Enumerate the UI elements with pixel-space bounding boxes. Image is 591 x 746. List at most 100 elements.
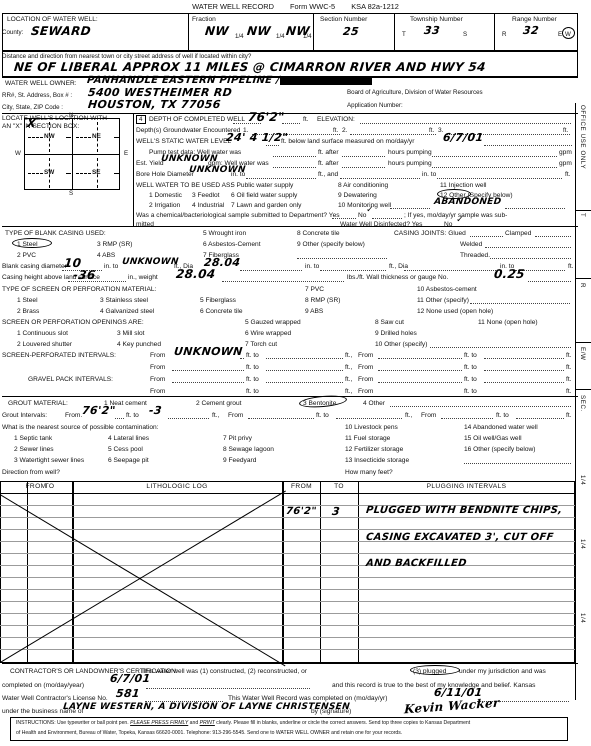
- openings-option-2[interactable]: 2 Louvered shutter: [17, 341, 72, 348]
- water-use-option-6[interactable]: 6 Oil field water supply: [231, 192, 297, 199]
- water-use-option-1[interactable]: 1 Domestic: [149, 192, 182, 199]
- water-use-option-9[interactable]: 9 Dewatering: [338, 192, 377, 199]
- grout-option-4[interactable]: 4 Other: [363, 400, 385, 407]
- screen-option-12[interactable]: 12 None used (open hole): [417, 308, 493, 315]
- owner-label: WATER WELL OWNER:: [5, 80, 77, 87]
- water-use-option-11[interactable]: 11 Injection well: [440, 182, 486, 189]
- water-use-option-4[interactable]: 4 Industrial: [192, 202, 224, 209]
- casing-option-9[interactable]: 9 Other (specify below): [297, 241, 365, 248]
- openings-option-3[interactable]: 3 Mill slot: [117, 330, 144, 337]
- gravel-from-2: From: [150, 388, 166, 395]
- plugging-from-1: 76'2": [285, 506, 318, 517]
- citystate-value: HOUSTON, TX 77056: [87, 98, 222, 111]
- office-mark-sec: SEC.: [579, 395, 586, 412]
- grout-to3-label: ft. to: [496, 412, 509, 419]
- casing-option-6[interactable]: 6 Asbestos-Cement: [203, 241, 261, 248]
- openings-option-4[interactable]: 4 Key punched: [117, 341, 161, 348]
- water-use-option-5[interactable]: 5 Public water supply: [231, 182, 293, 189]
- casing-option-2[interactable]: 2 PVC: [17, 252, 36, 259]
- water-use-option-10[interactable]: 10 Monitoring well: [338, 202, 391, 209]
- screen-option-8[interactable]: 8 RMP (SR): [305, 297, 340, 304]
- contamination-heading: What is the nearest source of possible c…: [2, 424, 159, 431]
- contamination-option-8[interactable]: 8 Sewage lagoon: [223, 446, 274, 453]
- water-use-option-3[interactable]: 3 Feedlot: [192, 192, 220, 199]
- screen-option-9[interactable]: 9 ABS: [305, 308, 323, 315]
- bore-hole-label: Bore Hole Diameter: [136, 171, 194, 178]
- screen-option-5[interactable]: 5 Fiberglass: [200, 297, 236, 304]
- screen-option-4[interactable]: 4 Galvanized steel: [100, 308, 154, 315]
- casing-heading: TYPE OF BLANK CASING USED:: [5, 230, 106, 237]
- casing-joints-clamped[interactable]: Clamped: [505, 230, 531, 237]
- groundwater-label: Depth(s) Groundwater Encountered: [136, 127, 241, 134]
- screen-option-6[interactable]: 6 Concrete tile: [200, 308, 243, 315]
- contamination-option-13[interactable]: 13 Insecticide storage: [345, 457, 409, 464]
- screen-option-7[interactable]: 7 PVC: [305, 286, 324, 293]
- grout-ft2-label: ft.,: [405, 412, 413, 419]
- water-use-option-2[interactable]: 2 Irrigation: [149, 202, 180, 209]
- contamination-option-2[interactable]: 2 Sewer lines: [14, 446, 54, 453]
- openings-option-1[interactable]: 1 Continuous slot: [17, 330, 68, 337]
- contamination-option-10[interactable]: 10 Livestock pens: [345, 424, 398, 431]
- quadrant-sw-label: SW: [44, 169, 55, 176]
- quadrant-se-label: SE: [92, 169, 101, 176]
- casing-joints-welded[interactable]: Welded: [460, 241, 482, 248]
- contamination-option-16[interactable]: 16 Other (specify below): [464, 446, 535, 453]
- casing-option-5[interactable]: 5 Wrought iron: [203, 230, 246, 237]
- screen-interval-to-1b: ft. to: [464, 352, 477, 359]
- casing-option-4[interactable]: 4 ABS: [97, 252, 115, 259]
- gravel-ft-1: ft.,: [345, 376, 353, 383]
- openings-option-11[interactable]: 11 None (open hole): [478, 319, 538, 326]
- screen-option-3[interactable]: 3 Stainless steel: [100, 297, 148, 304]
- screen-option-10[interactable]: 10 Asbestos-cement: [417, 286, 477, 293]
- signature-label: by (signature): [311, 708, 352, 715]
- office-use-strip: OFFICE USE ONLY T R E/W SEC. 1/4 1/4 1/4: [575, 103, 591, 700]
- openings-option-10[interactable]: 10 Other (specify): [375, 341, 427, 348]
- contamination-option-4[interactable]: 4 Lateral lines: [108, 435, 149, 442]
- contamination-option-11[interactable]: 11 Fuel storage: [345, 435, 390, 442]
- casing-option-8[interactable]: 8 Concrete tile: [297, 230, 340, 237]
- openings-option-7[interactable]: 7 Torch cut: [245, 341, 277, 348]
- water-use-option-7[interactable]: 7 Lawn and garden only: [231, 202, 301, 209]
- section-label: Section Number: [320, 16, 368, 23]
- casing-diam-in-to-1: in. to: [104, 263, 119, 270]
- contamination-option-12[interactable]: 12 Fertilizer storage: [345, 446, 403, 453]
- screen-option-11[interactable]: 11 Other (specify): [417, 297, 469, 304]
- gravel-ftend-2: ft.: [566, 388, 572, 395]
- screen-intervals-label: SCREEN-PERFORATED INTERVALS:: [2, 352, 116, 359]
- contamination-option-14[interactable]: 14 Abandoned water well: [464, 424, 538, 431]
- fraction-quarter-2: 1/4: [276, 33, 285, 40]
- record-completed-label: This Water Well Record was completed on …: [228, 695, 388, 702]
- casing-option-1-circle: [12, 238, 52, 248]
- contamination-option-6[interactable]: 6 Seepage pit: [108, 457, 149, 464]
- contamination-option-1[interactable]: 1 Septic tank: [14, 435, 52, 442]
- instructions-press-firmly: PLEASE PRESS FIRMLY: [130, 720, 189, 726]
- bore-ft-unit: ft.: [565, 171, 571, 178]
- distance-value: NE OF LIBERAL APPROX 11 MILES @ CIMARRON…: [13, 60, 487, 74]
- elevation-label: ELEVATION:: [317, 116, 355, 123]
- grout-ft-label: ft.,: [212, 412, 220, 419]
- screen-option-1[interactable]: 1 Steel: [17, 297, 38, 304]
- sample-no-checkmark: ✓: [365, 205, 375, 215]
- openings-option-8[interactable]: 8 Saw cut: [375, 319, 404, 326]
- openings-option-9[interactable]: 9 Drilled holes: [375, 330, 417, 337]
- grout-from-value: 76'2": [81, 404, 117, 417]
- instructions-and: and: [189, 720, 199, 726]
- contamination-option-7[interactable]: 7 Pit privy: [223, 435, 252, 442]
- contamination-option-9[interactable]: 9 Feedyard: [223, 457, 256, 464]
- gravel-to-1: ft. to: [246, 376, 259, 383]
- plugging-intervals-header: PLUGGING INTERVALS: [426, 483, 507, 490]
- casing-joints-threaded[interactable]: Threaded.: [460, 252, 490, 259]
- openings-option-6[interactable]: 6 Wire wrapped: [245, 330, 291, 337]
- screen-option-2[interactable]: 2 Brass: [17, 308, 39, 315]
- section-quadrant-box[interactable]: NW NE SW SE X: [24, 117, 120, 190]
- contamination-option-5[interactable]: 5 Cess pool: [108, 446, 143, 453]
- water-use-option-8[interactable]: 8 Air conditioning: [338, 182, 388, 189]
- township-value: 33: [423, 24, 441, 37]
- lithologic-log-header: LITHOLOGIC LOG: [146, 483, 208, 490]
- to-header: TO: [44, 483, 55, 490]
- contamination-option-3[interactable]: 3 Watertight sewer lines: [14, 457, 84, 464]
- casing-option-3[interactable]: 3 RMP (SR): [97, 241, 132, 248]
- contamination-option-15[interactable]: 15 Oil well/Gas well: [464, 435, 522, 442]
- openings-option-5[interactable]: 5 Gauzed wrapped: [245, 319, 301, 326]
- grout-option-2[interactable]: 2 Cement grout: [196, 400, 241, 407]
